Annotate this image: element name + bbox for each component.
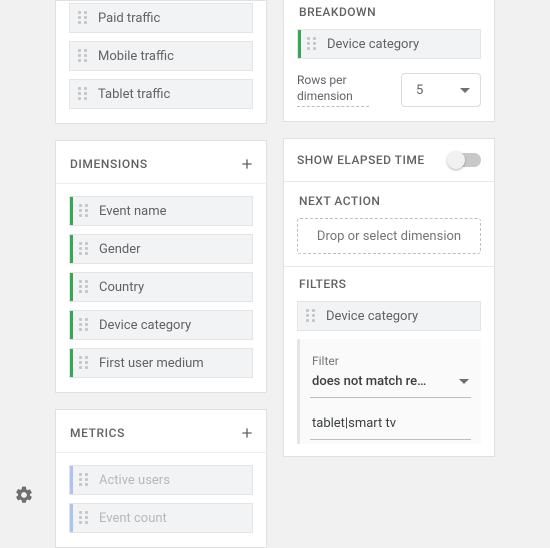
dimension-accent [70, 235, 73, 263]
chevron-down-icon [460, 88, 470, 93]
drag-handle-icon [78, 49, 89, 63]
dimension-label: First user medium [99, 356, 204, 371]
metric-item-active-users[interactable]: Active users [69, 465, 253, 495]
drag-handle-icon [306, 309, 317, 323]
filter-condition-select[interactable]: does not match re… [310, 370, 471, 398]
drag-handle-icon [79, 242, 90, 256]
segment-item-mobile-traffic[interactable]: Mobile traffic [69, 41, 253, 71]
dimension-item-gender[interactable]: Gender [69, 234, 253, 264]
rows-per-dimension-value: 5 [416, 83, 423, 98]
filter-field-label: Filter [312, 354, 471, 368]
drag-handle-icon [79, 473, 90, 487]
dimension-accent [70, 197, 73, 225]
next-action-heading: NEXT ACTION [299, 194, 481, 208]
next-action-dropzone[interactable]: Drop or select dimension [297, 218, 481, 254]
dimension-item-first-user-medium[interactable]: First user medium [69, 348, 253, 378]
settings-gear-icon[interactable] [14, 485, 34, 509]
drag-handle-icon [307, 37, 318, 51]
drag-handle-icon [78, 87, 89, 101]
metrics-header: METRICS [56, 410, 266, 453]
metric-accent [70, 466, 73, 494]
filter-editor: Filter does not match re… tablet|smart t… [297, 339, 481, 444]
filter-value-text: tablet|smart tv [312, 416, 396, 431]
show-elapsed-heading: SHOW ELAPSED TIME [297, 153, 425, 167]
metric-item-event-count[interactable]: Event count [69, 503, 253, 533]
segment-label: Mobile traffic [98, 49, 174, 64]
filter-item-device-category[interactable]: Device category [297, 301, 481, 331]
drag-handle-icon [79, 511, 90, 525]
dimension-label: Device category [99, 318, 191, 333]
metric-accent [70, 504, 73, 532]
add-dimension-button[interactable] [238, 155, 256, 173]
filter-item-label: Device category [326, 309, 418, 324]
dimension-accent [70, 311, 73, 339]
dimension-accent [70, 273, 73, 301]
breakdown-heading: BREAKDOWN [299, 5, 481, 19]
dropzone-text: Drop or select dimension [317, 229, 461, 244]
drag-handle-icon [79, 280, 90, 294]
filter-condition-value: does not match re… [312, 374, 426, 389]
drag-handle-icon [78, 11, 89, 25]
dimension-item-device-category[interactable]: Device category [69, 310, 253, 340]
show-elapsed-toggle[interactable] [449, 153, 481, 167]
dimension-accent [70, 349, 73, 377]
rows-per-dimension-label: Rows per dimension [297, 73, 369, 106]
rows-per-dimension-select[interactable]: 5 [401, 73, 481, 107]
breakdown-label: Device category [327, 37, 419, 52]
dimension-label: Country [99, 280, 144, 295]
filter-value-input[interactable]: tablet|smart tv [310, 410, 471, 440]
breakdown-item-device-category[interactable]: Device category [297, 29, 481, 59]
dimensions-header: DIMENSIONS [56, 141, 266, 184]
segment-label: Tablet traffic [98, 87, 170, 102]
dimension-item-event-name[interactable]: Event name [69, 196, 253, 226]
filters-heading: FILTERS [299, 277, 494, 291]
dimensions-title: DIMENSIONS [70, 157, 148, 171]
metric-label: Active users [99, 473, 170, 488]
metric-label: Event count [99, 511, 167, 526]
drag-handle-icon [79, 204, 90, 218]
dimension-item-country[interactable]: Country [69, 272, 253, 302]
chevron-down-icon [459, 379, 469, 384]
dimension-accent [298, 30, 301, 58]
dimension-label: Event name [99, 204, 167, 219]
metrics-title: METRICS [70, 426, 125, 440]
segment-label: Paid traffic [98, 11, 160, 26]
add-metric-button[interactable] [238, 424, 256, 442]
segment-item-paid-traffic[interactable]: Paid traffic [69, 3, 253, 33]
drag-handle-icon [79, 356, 90, 370]
dimension-label: Gender [99, 242, 141, 257]
segment-item-tablet-traffic[interactable]: Tablet traffic [69, 79, 253, 109]
drag-handle-icon [79, 318, 90, 332]
